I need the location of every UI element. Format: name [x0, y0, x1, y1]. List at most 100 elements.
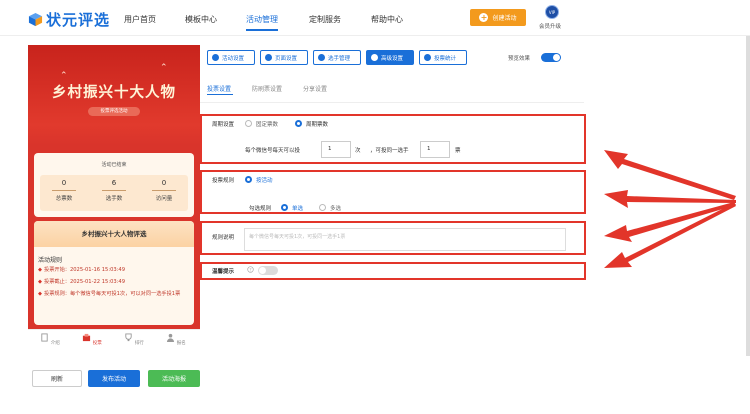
- advanced-settings-button[interactable]: 高级设置: [366, 50, 414, 65]
- radio-multi-select[interactable]: [319, 204, 326, 211]
- rule-item: ◆ 投票规则：每个微信号每天可投1次，可以对同一选手投1票: [38, 291, 181, 297]
- activity-status: 活动已结束: [101, 162, 127, 168]
- stat-label: 选手数: [105, 196, 123, 202]
- radio-fixed-votes-label: 固定票数: [256, 122, 279, 128]
- toggle-knob: [553, 54, 560, 61]
- rule-description-textarea[interactable]: 每个微信号每天可投1次，可投同一选手1票: [244, 228, 566, 251]
- radio-single-select[interactable]: [281, 204, 288, 211]
- tab-vote[interactable]: 投票: [80, 333, 104, 346]
- vip-upgrade-label: 会员升级: [538, 24, 561, 30]
- radio-cycle-votes-label: 周期票数: [306, 122, 329, 128]
- phone-activity-title: 乡村振兴十大人物: [52, 84, 176, 101]
- rule-description-label: 规则说明: [212, 235, 235, 241]
- page-scrollbar[interactable]: [746, 36, 750, 356]
- rules-title: 活动规则: [38, 257, 63, 264]
- contestant-management-button[interactable]: 选手管理: [313, 50, 361, 65]
- gear-icon: [265, 54, 272, 61]
- warm-tip-label: 温馨提示: [212, 269, 235, 275]
- user-icon: [167, 333, 175, 342]
- nav-item-templates[interactable]: 模板中心: [185, 14, 217, 25]
- nav-active-underline: [246, 29, 278, 31]
- top-navigation-bar: 状元评选 用户首页 模板中心 活动管理 定制服务 帮助中心 + 创建活动 VIP…: [0, 0, 750, 36]
- nav-item-activity[interactable]: 活动管理: [246, 14, 278, 25]
- radio-single-select-label: 单选: [292, 206, 304, 212]
- stat-divider: [152, 190, 176, 191]
- logo-text: 状元评选: [46, 11, 111, 29]
- stat-visits: 0 访问量: [144, 179, 184, 202]
- plus-icon: +: [479, 13, 489, 22]
- bird-icon: ⌃: [160, 63, 168, 73]
- refresh-button[interactable]: 刷新: [32, 370, 82, 387]
- preview-label: 预览效果: [508, 56, 531, 62]
- stat-divider: [102, 190, 126, 191]
- radio-by-activity-label: 按活动: [256, 178, 273, 184]
- tab-ranking[interactable]: 排行: [122, 333, 146, 346]
- divider: [200, 102, 584, 103]
- stat-value: 0: [61, 179, 67, 187]
- stat-divider: [52, 190, 76, 191]
- stats-card: 活动已结束 0 总票数 6 选手数 0 访问量: [34, 153, 194, 217]
- vote-box-icon: [83, 333, 91, 342]
- phone-tabbar: 介绍 投票 排行 报名: [28, 329, 200, 355]
- publish-activity-button[interactable]: 发布活动: [88, 370, 140, 387]
- radio-by-activity[interactable]: [245, 176, 252, 183]
- vote-rule-label: 投票规则: [212, 178, 235, 184]
- radio-cycle-votes[interactable]: [295, 120, 302, 127]
- diamond-icon: ◆: [38, 279, 42, 285]
- diamond-icon: ◆: [38, 291, 42, 297]
- nav-item-help[interactable]: 帮助中心: [371, 14, 403, 25]
- vote-statistics-button[interactable]: 投票统计: [419, 50, 467, 65]
- stat-label: 访问量: [155, 196, 173, 202]
- bar-chart-icon: [424, 54, 431, 61]
- svg-text:?: ?: [249, 267, 251, 272]
- radio-multi-select-label: 多选: [330, 206, 342, 212]
- tab-vote-settings[interactable]: 投票设置: [207, 84, 231, 93]
- activity-poster-button[interactable]: 活动海报: [148, 370, 200, 387]
- stat-contestants: 6 选手数: [94, 179, 134, 202]
- settings-icon: [212, 54, 219, 61]
- daily-votes-unit: 次: [355, 148, 361, 154]
- rule-item: ◆ 投票开始：2025-01-16 15:03:49: [38, 267, 126, 273]
- same-contestant-unit: 票: [455, 148, 461, 154]
- tab-intro[interactable]: 介绍: [38, 333, 62, 346]
- stat-label: 总票数: [55, 196, 73, 202]
- page-settings-button[interactable]: 页面设置: [260, 50, 308, 65]
- tab-anti-fraud-settings[interactable]: 防刷票设置: [252, 84, 282, 93]
- phone-activity-subtitle: 投票评选活动: [88, 107, 140, 116]
- help-circle-icon[interactable]: ?: [247, 266, 254, 273]
- stat-value: 6: [111, 179, 117, 187]
- rules-card: 乡村振兴十大人物评选 活动规则 ◆ 投票开始：2025-01-16 15:03:4…: [34, 221, 194, 325]
- activity-settings-button[interactable]: 活动设置: [207, 50, 255, 65]
- cube-logo-icon: [28, 12, 43, 27]
- toggle-knob: [259, 267, 266, 274]
- select-rule-label: 勾选规则: [249, 206, 272, 212]
- app-logo[interactable]: 状元评选: [28, 9, 110, 30]
- nav-item-home[interactable]: 用户首页: [124, 14, 156, 25]
- stats-row: 0 总票数 6 选手数 0 访问量: [40, 175, 188, 211]
- warm-tip-toggle[interactable]: [258, 266, 278, 275]
- tab-share-settings[interactable]: 分享设置: [303, 84, 327, 93]
- create-activity-label: 创建活动: [492, 15, 517, 22]
- tab-signup[interactable]: 报名: [164, 333, 188, 346]
- same-contestant-input[interactable]: 1: [420, 141, 450, 158]
- same-contestant-prefix: ，可投同一选手: [370, 148, 409, 154]
- trophy-icon: [125, 333, 132, 342]
- rules-header: 乡村振兴十大人物评选: [34, 221, 194, 247]
- preview-toggle[interactable]: [541, 53, 561, 62]
- sliders-icon: [371, 54, 378, 61]
- document-icon: [41, 333, 48, 342]
- daily-votes-prefix: 每个微信号每天可以投: [245, 148, 301, 154]
- daily-votes-input[interactable]: 1: [321, 141, 351, 158]
- vip-upgrade[interactable]: VIP 会员升级: [539, 5, 564, 30]
- nav-item-custom[interactable]: 定制服务: [309, 14, 341, 25]
- users-icon: [318, 54, 325, 61]
- create-activity-button[interactable]: + 创建活动: [470, 9, 526, 26]
- phone-preview: ⌃ ⌃ 乡村振兴十大人物 投票评选活动 活动已结束 0 总票数 6 选手数 0 …: [28, 45, 200, 329]
- cycle-setting-label: 周期设置: [212, 122, 235, 128]
- annotation-arrows: [604, 150, 736, 268]
- stat-value: 0: [161, 179, 167, 187]
- bird-icon: ⌃: [60, 71, 68, 81]
- subtab-active-underline: [207, 94, 233, 95]
- diamond-icon: ◆: [38, 267, 42, 273]
- radio-fixed-votes[interactable]: [245, 120, 252, 127]
